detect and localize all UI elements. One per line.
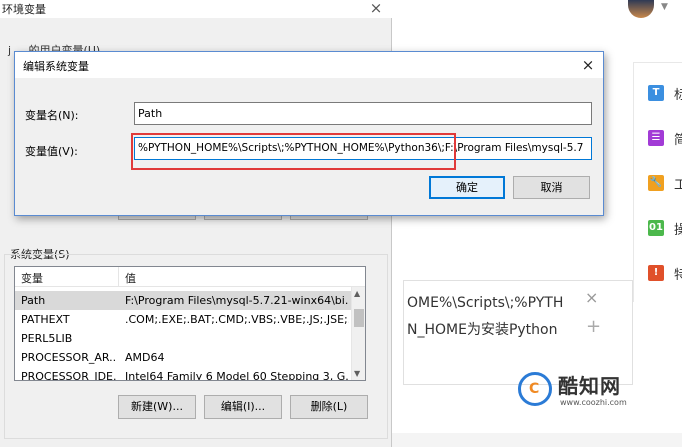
toc-item-label[interactable]: 标 bbox=[674, 84, 682, 103]
wrench-icon[interactable]: 🔧 bbox=[648, 175, 664, 191]
table-scrollbar[interactable]: ▲ ▼ bbox=[351, 287, 365, 380]
row-name: Path bbox=[21, 294, 46, 307]
toc-item-label[interactable]: 简 bbox=[674, 129, 682, 148]
dialog-title: 编辑系统变量 bbox=[23, 60, 89, 73]
ok-button[interactable]: 确定 bbox=[429, 176, 505, 199]
delete-variable-button[interactable]: 删除(L) bbox=[290, 395, 368, 419]
table-row[interactable]: Path F:\Program Files\mysql-5.7.21-winx6… bbox=[15, 291, 351, 310]
site-watermark: C 酷知网 www.coozhi.com bbox=[518, 370, 648, 414]
variable-value-label: 变量值(V): bbox=[25, 145, 78, 158]
system-vars-table[interactable]: 变量 值 Path F:\Program Files\mysql-5.7.21-… bbox=[14, 266, 366, 381]
variable-name-label: 变量名(N): bbox=[25, 109, 79, 122]
close-icon[interactable]: × bbox=[577, 55, 599, 75]
cancel-button[interactable]: 取消 bbox=[513, 176, 590, 199]
env-window-close-icon[interactable]: × bbox=[366, 0, 386, 16]
table-row[interactable]: PATHEXT .COM;.EXE;.BAT;.CMD;.VBS;.VBE;.J… bbox=[15, 310, 351, 329]
row-name: PATHEXT bbox=[21, 313, 70, 326]
watermark-logo-icon: C bbox=[518, 372, 552, 406]
toc-item-label[interactable]: 特 bbox=[674, 264, 682, 283]
table-row[interactable]: PROCESSOR_IDE... Intel64 Family 6 Model … bbox=[15, 367, 351, 381]
warning-icon[interactable]: ! bbox=[648, 265, 664, 281]
scroll-up-arrow-icon[interactable]: ▲ bbox=[354, 289, 360, 298]
watermark-name: 酷知网 bbox=[558, 374, 621, 398]
row-name: PROCESSOR_AR... bbox=[21, 351, 117, 364]
watermark-url: www.coozhi.com bbox=[560, 398, 627, 407]
column-header-value[interactable]: 值 bbox=[125, 270, 136, 286]
edit-system-variable-dialog: 编辑系统变量 × 变量名(N): Path 变量值(V): %PYTHON_HO… bbox=[14, 51, 604, 216]
dialog-titlebar[interactable]: 编辑系统变量 × bbox=[15, 52, 603, 78]
row-value: .COM;.EXE;.BAT;.CMD;.VBS;.VBE;.JS;.JSE;.… bbox=[125, 313, 349, 326]
close-icon[interactable]: × bbox=[585, 288, 598, 307]
watermark-logo-letter: C bbox=[529, 381, 540, 397]
toc-item-label[interactable]: 工 bbox=[674, 174, 682, 193]
scroll-down-arrow-icon[interactable]: ▼ bbox=[354, 369, 360, 378]
env-window-titlebar: 环境变量 × bbox=[0, 0, 392, 18]
annotation-highlight-box bbox=[131, 133, 456, 170]
add-icon[interactable]: + bbox=[586, 316, 601, 337]
row-value: Intel64 Family 6 Model 60 Stepping 3, G.… bbox=[125, 370, 349, 381]
scrollbar-thumb[interactable] bbox=[354, 309, 364, 327]
page-bottom-strip bbox=[392, 433, 682, 447]
chevron-down-icon[interactable]: ▼ bbox=[661, 2, 668, 12]
toc-item-label[interactable]: 操 bbox=[674, 219, 682, 238]
text-icon[interactable]: T bbox=[648, 85, 664, 101]
table-row[interactable]: PROCESSOR_AR... AMD64 bbox=[15, 348, 351, 367]
steps-icon[interactable]: 01 bbox=[648, 220, 664, 236]
variable-name-input[interactable]: Path bbox=[134, 102, 592, 125]
column-divider[interactable] bbox=[118, 267, 119, 287]
list-icon[interactable]: ☰ bbox=[648, 130, 664, 146]
avatar[interactable] bbox=[628, 0, 654, 18]
env-window-title: 环境变量 bbox=[2, 3, 46, 16]
side-toc-panel: T 标 ☰ 简 🔧 工 01 操 ! 特 bbox=[633, 62, 682, 302]
row-value: AMD64 bbox=[125, 351, 165, 364]
row-name: PROCESSOR_IDE... bbox=[21, 370, 117, 381]
row-name: PERL5LIB bbox=[21, 332, 73, 345]
column-header-variable[interactable]: 变量 bbox=[21, 270, 43, 286]
table-row[interactable]: PERL5LIB bbox=[15, 329, 351, 348]
edit-variable-button[interactable]: 编辑(I)... bbox=[204, 395, 282, 419]
table-header: 变量 值 bbox=[15, 267, 365, 287]
new-variable-button[interactable]: 新建(W)... bbox=[118, 395, 196, 419]
row-value: F:\Program Files\mysql-5.7.21-winx64\bi.… bbox=[125, 294, 349, 307]
snippet-line: OME%\Scripts\;%PYTH bbox=[407, 295, 564, 311]
snippet-line: N_HOME为安装Python bbox=[407, 322, 558, 338]
